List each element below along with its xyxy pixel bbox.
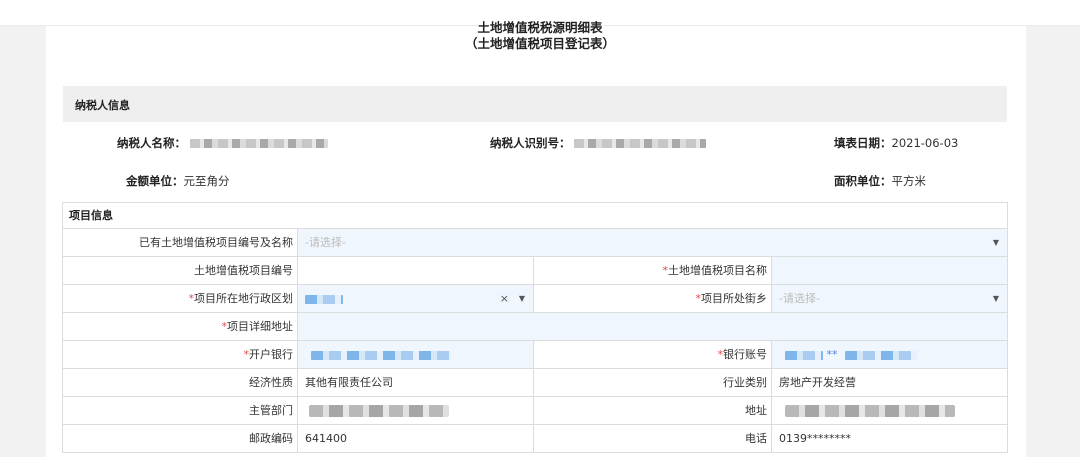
account-label: 银行账号 <box>723 348 767 361</box>
amount-unit-value: 元至角分 <box>183 174 230 188</box>
amount-unit-label: 金额单位： <box>126 174 184 188</box>
authority-value <box>298 397 534 424</box>
clear-icon[interactable]: × <box>500 285 509 312</box>
area-unit-value: 平方米 <box>891 174 927 188</box>
table-row: 已有土地增值税项目编号及名称 -请选择- ▼ <box>63 229 1007 257</box>
authority-label: 主管部门 <box>63 397 298 424</box>
area-unit-label: 面积单位： <box>834 174 892 188</box>
taxpayer-name-redacted <box>189 139 328 148</box>
project-name-input[interactable] <box>772 257 1007 284</box>
phone-value: 0139******** <box>779 432 851 445</box>
address-label-cell: *项目详细地址 <box>63 313 298 340</box>
account-input[interactable]: ** <box>772 341 1007 368</box>
district-select[interactable]: × ▼ <box>298 285 534 312</box>
account-redacted <box>785 350 823 360</box>
taxpayer-name-field: 纳税人名称： <box>117 135 328 151</box>
industry-value: 房地产开发经营 <box>779 376 856 389</box>
table-row: *开户银行 *银行账号 ** <box>63 341 1007 369</box>
table-row: 土地增值税项目编号 *土地增值税项目名称 <box>63 257 1007 285</box>
table-row: *项目详细地址 <box>63 313 1007 341</box>
phone-label: 电话 <box>534 425 772 452</box>
table-row: 主管部门 地址 <box>63 397 1007 425</box>
form-title: 土地增值税税源明细表 <box>477 20 603 35</box>
industry-label: 行业类别 <box>534 369 772 396</box>
fill-date-label: 填表日期： <box>834 136 892 150</box>
taxpayer-name-label: 纳税人名称： <box>117 136 186 150</box>
bank-redacted <box>311 350 451 360</box>
table-row: 邮政编码 641400 电话 0139******** <box>63 425 1007 453</box>
addr-value <box>772 397 1007 424</box>
project-no-label: 土地增值税项目编号 <box>63 257 298 284</box>
district-redacted <box>305 294 343 304</box>
chevron-down-icon[interactable]: ▼ <box>993 229 999 256</box>
street-select[interactable]: -请选择- ▼ <box>772 285 1007 312</box>
chevron-down-icon[interactable]: ▼ <box>519 285 525 312</box>
addr-label: 地址 <box>534 397 772 424</box>
taxpayer-section-label: 纳税人信息 <box>75 99 130 112</box>
postcode-label: 邮政编码 <box>63 425 298 452</box>
project-no-input[interactable] <box>298 257 534 284</box>
right-gutter <box>1026 26 1080 457</box>
table-row: *项目所在地行政区划 × ▼ *项目所处街乡 -请选择- ▼ <box>63 285 1007 313</box>
bank-label-cell: *开户银行 <box>63 341 298 368</box>
address-label: 项目详细地址 <box>227 320 293 333</box>
amount-unit-field: 金额单位：元至角分 <box>126 173 230 189</box>
address-input[interactable] <box>298 313 1007 340</box>
table-row: 经济性质 其他有限责任公司 行业类别 房地产开发经营 <box>63 369 1007 397</box>
existing-project-select[interactable]: -请选择- ▼ <box>298 229 1007 256</box>
project-name-label: 土地增值税项目名称 <box>668 264 767 277</box>
bank-input[interactable] <box>298 341 534 368</box>
existing-project-placeholder: -请选择- <box>305 236 346 249</box>
existing-project-label: 已有土地增值税项目编号及名称 <box>63 229 298 256</box>
street-label: 项目所处街乡 <box>701 292 767 305</box>
account-visible-text: ** <box>826 348 838 361</box>
account-label-cell: *银行账号 <box>534 341 772 368</box>
project-section-label: 项目信息 <box>63 203 1007 229</box>
bank-label: 开户银行 <box>249 348 293 361</box>
project-info-table: 项目信息 已有土地增值税项目编号及名称 -请选择- ▼ 土地增值税项目编号 *土… <box>62 202 1008 453</box>
account-redacted-tail <box>845 350 917 360</box>
form-title-block: 土地增值税税源明细表 （土地增值税项目登记表） <box>0 20 1080 52</box>
form-subtitle: （土地增值税项目登记表） <box>464 36 615 51</box>
taxpayer-section-header: 纳税人信息 <box>63 86 1007 122</box>
economic-nature-label: 经济性质 <box>63 369 298 396</box>
project-name-label-cell: *土地增值税项目名称 <box>534 257 772 284</box>
fill-date-value: 2021-06-03 <box>891 136 959 150</box>
fill-date-field: 填表日期：2021-06-03 <box>834 135 958 151</box>
authority-redacted <box>309 405 449 417</box>
taxpayer-id-label: 纳税人识别号： <box>490 136 571 150</box>
left-gutter <box>0 26 46 457</box>
district-label: 项目所在地行政区划 <box>194 292 293 305</box>
street-placeholder: -请选择- <box>779 292 820 305</box>
street-label-cell: *项目所处街乡 <box>534 285 772 312</box>
taxpayer-id-redacted <box>574 139 707 148</box>
postcode-value: 641400 <box>298 425 534 452</box>
economic-nature-value: 其他有限责任公司 <box>298 369 534 396</box>
area-unit-field: 面积单位：平方米 <box>834 173 926 189</box>
chevron-down-icon[interactable]: ▼ <box>993 285 999 312</box>
addr-redacted <box>785 405 955 417</box>
taxpayer-id-field: 纳税人识别号： <box>490 135 707 151</box>
district-label-cell: *项目所在地行政区划 <box>63 285 298 312</box>
